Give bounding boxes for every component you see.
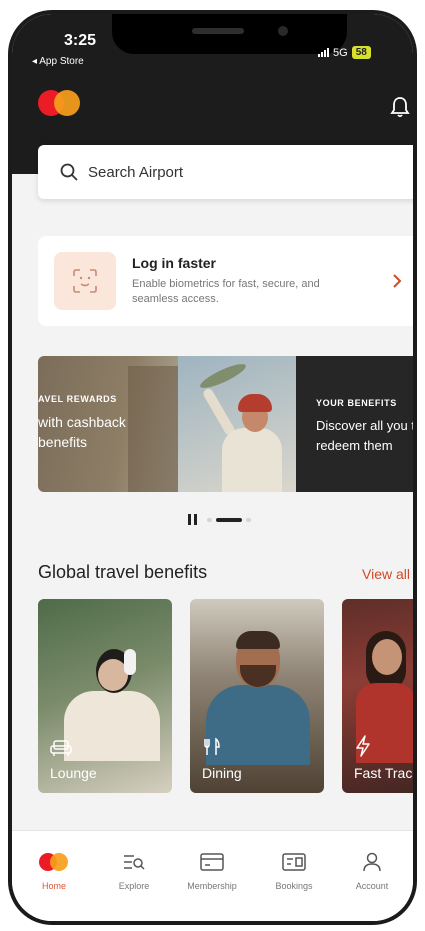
login-title: Log in faster xyxy=(132,255,217,271)
carousel-controls xyxy=(188,514,251,525)
nav-label: Home xyxy=(41,881,66,891)
benefits-list: Lounge Dining Fast Track xyxy=(38,599,413,795)
search-icon xyxy=(60,163,78,181)
search-placeholder: Search Airport xyxy=(88,163,184,181)
device-notch xyxy=(112,14,347,54)
login-text: Log in faster Enable biometrics for fast… xyxy=(132,255,392,307)
benefit-card-fast-track[interactable]: Fast Track xyxy=(342,599,413,793)
chevron-right-icon xyxy=(393,274,402,288)
nav-account[interactable]: Account xyxy=(336,849,408,891)
slide-tag: AVEL REWARDS xyxy=(38,394,117,404)
card-icon xyxy=(200,853,224,871)
section-title: Global travel benefits xyxy=(38,562,208,582)
nav-explore[interactable]: Explore xyxy=(98,849,170,891)
camera xyxy=(278,26,288,36)
fork-knife-icon xyxy=(204,737,220,755)
slide-text: with cashback benefits xyxy=(38,414,126,450)
network-label: 5G xyxy=(333,46,348,59)
nav-label: Bookings xyxy=(275,881,313,891)
bookings-icon xyxy=(282,853,306,871)
battery-icon: 58 xyxy=(351,46,371,59)
benefit-label: Lounge xyxy=(50,765,97,781)
mastercard-logo-icon xyxy=(39,853,69,871)
nav-home[interactable]: Home xyxy=(18,849,90,891)
phone-frame: 3:25 ◂ App Store 5G 58 Search Airport Lo… xyxy=(8,10,417,925)
lightning-icon xyxy=(356,735,370,757)
benefit-card-lounge[interactable]: Lounge xyxy=(38,599,172,793)
slide-text: Discover all you to redeem them xyxy=(316,418,413,453)
signal-icon xyxy=(318,48,329,57)
nav-label: Explore xyxy=(118,881,150,891)
status-indicators: 5G 58 xyxy=(318,46,371,59)
bottom-nav: Home Explore Membership Bookings Account xyxy=(12,830,413,921)
carousel-indicator xyxy=(207,517,251,522)
person-icon xyxy=(363,852,381,872)
nav-bookings[interactable]: Bookings xyxy=(258,849,330,891)
face-id-icon xyxy=(54,252,116,310)
armchair-icon xyxy=(50,740,72,756)
login-subtitle: Enable biometrics for fast, secure, and … xyxy=(132,278,320,305)
mastercard-logo xyxy=(38,90,82,116)
search-airport-field[interactable]: Search Airport xyxy=(38,145,413,199)
benefit-label: Dining xyxy=(202,765,242,781)
nav-label: Account xyxy=(355,881,389,891)
bell-icon[interactable] xyxy=(390,96,410,118)
carousel-slide-travel-rewards[interactable]: AVEL REWARDS with cashback benefits xyxy=(38,356,296,492)
back-to-app-store-link[interactable]: ◂ App Store xyxy=(32,56,84,67)
benefit-label: Fast Track xyxy=(354,765,413,781)
nav-membership[interactable]: Membership xyxy=(176,849,248,891)
status-time: 3:25 xyxy=(64,32,97,49)
promo-carousel[interactable]: AVEL REWARDS with cashback benefits YOUR… xyxy=(38,356,413,492)
app-screen: 3:25 ◂ App Store 5G 58 Search Airport Lo… xyxy=(12,14,413,921)
pause-icon[interactable] xyxy=(188,514,197,525)
slide-tag: YOUR BENEFITS xyxy=(316,398,397,408)
speaker xyxy=(192,28,244,34)
view-all-link[interactable]: View all xyxy=(362,566,410,582)
explore-icon xyxy=(124,855,145,870)
carousel-slide-your-benefits[interactable]: YOUR BENEFITS Discover all you to redeem… xyxy=(296,356,413,492)
nav-label: Membership xyxy=(187,881,237,891)
benefit-card-dining[interactable]: Dining xyxy=(190,599,324,793)
login-faster-card[interactable]: Log in faster Enable biometrics for fast… xyxy=(38,236,413,326)
